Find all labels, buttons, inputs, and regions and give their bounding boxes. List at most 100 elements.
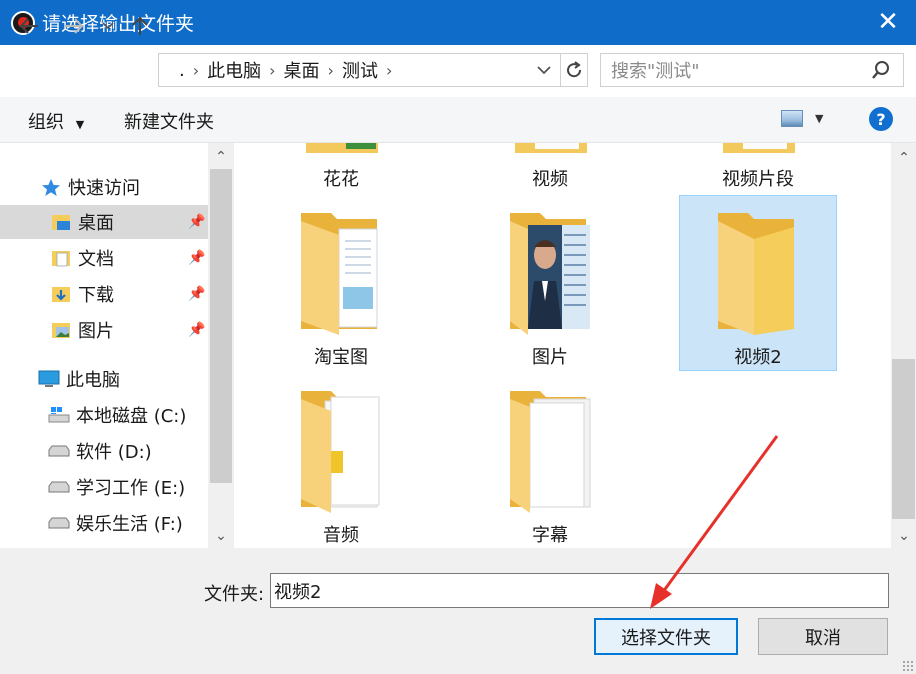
folder-label: 视频片段 [722,169,794,190]
content-scroll-thumb[interactable] [892,359,915,519]
chevron-down-icon [537,65,551,74]
sidebar-item-label: 桌面 [78,213,114,234]
sidebar-drive-f[interactable]: 娱乐生活 (F:) [0,506,208,540]
search-icon [872,61,889,79]
refresh-icon [567,61,582,78]
close-button[interactable]: ✕ [874,8,902,36]
sidebar-item-downloads[interactable]: 下载 📌 [0,277,208,311]
drive-label: 学习工作 (E:) [76,478,186,499]
pin-icon[interactable]: 📌 [188,286,205,302]
folder-label: 字幕 [532,525,568,546]
folder-tile-video2[interactable]: 视频2 [679,195,837,371]
folder-view: 花花 视频 视频片段 淘宝图 图片 视频2 音频 字幕 [234,143,891,548]
folder-icon [515,143,587,153]
empty-folder-icon [718,213,794,335]
resize-grip-icon[interactable] [902,660,914,672]
documents-folder-icon [50,248,72,268]
sidebar-item-label: 文档 [78,249,114,270]
scroll-up-icon[interactable]: ⌃ [208,145,234,169]
navigation-pane: 快速访问 桌面 📌 文档 📌 下载 📌 图片 📌 此电脑 本地磁盘 (C:) 软… [0,143,234,548]
folder-tile-audio[interactable]: 音频 [262,389,420,547]
windows-drive-icon [48,405,70,425]
address-dropdown-button[interactable] [533,58,555,82]
this-pc-label: 此电脑 [66,370,120,391]
computer-icon [38,369,60,389]
scroll-down-icon[interactable]: ⌄ [208,524,234,548]
cancel-button[interactable]: 取消 [758,618,888,655]
sidebar-quick-access[interactable]: 快速访问 [0,170,208,204]
folder-tile-taobao[interactable]: 淘宝图 [262,211,420,369]
sidebar-this-pc[interactable]: 此电脑 [0,362,208,396]
address-bar[interactable]: . › 此电脑 › 桌面 › 测试 › [158,53,588,87]
folder-name-input[interactable]: 视频2 [270,573,889,608]
portrait-folder-icon [510,213,590,335]
back-arrow-icon [19,18,38,34]
help-icon[interactable]: ? [869,107,893,131]
drive-label: 软件 (D:) [76,442,152,463]
folder-label: 花花 [323,169,359,190]
folder-tile-pictures[interactable]: 图片 [471,211,629,369]
breadcrumb-separator-icon[interactable]: › [328,61,334,80]
audio-folder-icon [301,391,380,513]
pictures-folder-icon [50,320,72,340]
up-button[interactable] [127,13,153,39]
sidebar-item-documents[interactable]: 文档 📌 [0,241,208,275]
new-folder-button[interactable]: 新建文件夹 [124,108,214,134]
sidebar-scroll-thumb[interactable] [210,169,232,483]
back-button[interactable] [16,13,42,39]
breadcrumb-test[interactable]: 测试 [342,57,378,83]
breadcrumb-this-pc[interactable]: 此电脑 [207,57,261,83]
sidebar-scrollbar[interactable]: ⌃ ⌄ [208,143,234,548]
sidebar-drive-d[interactable]: 软件 (D:) [0,434,208,468]
pin-icon[interactable]: 📌 [188,322,205,338]
drive-icon [48,441,70,461]
drive-label: 本地磁盘 (C:) [76,406,187,427]
downloads-folder-icon [50,284,72,304]
forward-button[interactable] [61,13,87,39]
chevron-down-icon [102,22,114,30]
scroll-up-icon[interactable]: ⌃ [891,146,916,170]
search-input[interactable]: 搜索"测试" [600,53,904,87]
breadcrumb-separator-icon[interactable]: › [269,61,275,80]
folder-label: 淘宝图 [314,347,368,368]
dropdown-caret-icon: ▼ [75,118,85,131]
drive-label: 娱乐生活 (F:) [76,514,183,535]
folder-tile-huahua[interactable]: 花花 [262,143,420,191]
sidebar-item-desktop[interactable]: 桌面 📌 [0,205,208,239]
view-dropdown-caret-icon[interactable]: ▼ [815,112,823,125]
organize-label: 组织 [28,112,64,133]
refresh-button[interactable] [560,53,588,87]
folder-label: 视频 [532,169,568,190]
folder-icon [723,143,795,153]
breadcrumb-separator-icon[interactable]: › [386,61,392,80]
folder-tile-video[interactable]: 视频 [471,143,629,191]
recent-locations-button[interactable] [99,13,117,39]
select-folder-button[interactable]: 选择文件夹 [594,618,738,655]
pin-icon[interactable]: 📌 [188,250,205,266]
organize-menu-button[interactable]: 组织 ▼ [28,108,84,134]
pin-icon[interactable]: 📌 [188,214,205,230]
quick-access-label: 快速访问 [68,178,140,199]
breadcrumb-desktop[interactable]: 桌面 [284,57,320,83]
sidebar-drive-e[interactable]: 学习工作 (E:) [0,470,208,504]
dialog-footer [0,548,916,674]
sidebar-item-label: 下载 [78,285,114,306]
star-icon [40,177,62,197]
scroll-down-icon[interactable]: ⌄ [891,524,916,548]
forward-arrow-icon [65,18,84,34]
folder-label: 图片 [532,347,568,368]
drive-icon [48,477,70,497]
image-folder-icon [306,143,378,153]
sidebar-item-pictures[interactable]: 图片 📌 [0,313,208,347]
breadcrumb-separator-icon[interactable]: › [193,61,199,80]
folder-tile-video-clips[interactable]: 视频片段 [679,143,837,191]
folder-tile-subtitles[interactable]: 字幕 [471,389,629,547]
sidebar-item-label: 图片 [78,321,114,342]
breadcrumb-root[interactable]: . [179,60,185,81]
documents-folder-icon [510,391,591,513]
search-placeholder: 搜索"测试" [611,61,700,82]
sidebar-drive-c[interactable]: 本地磁盘 (C:) [0,398,208,432]
drive-icon [48,513,70,533]
content-scrollbar[interactable]: ⌃ ⌄ [891,143,916,548]
view-options-icon[interactable] [781,110,803,127]
